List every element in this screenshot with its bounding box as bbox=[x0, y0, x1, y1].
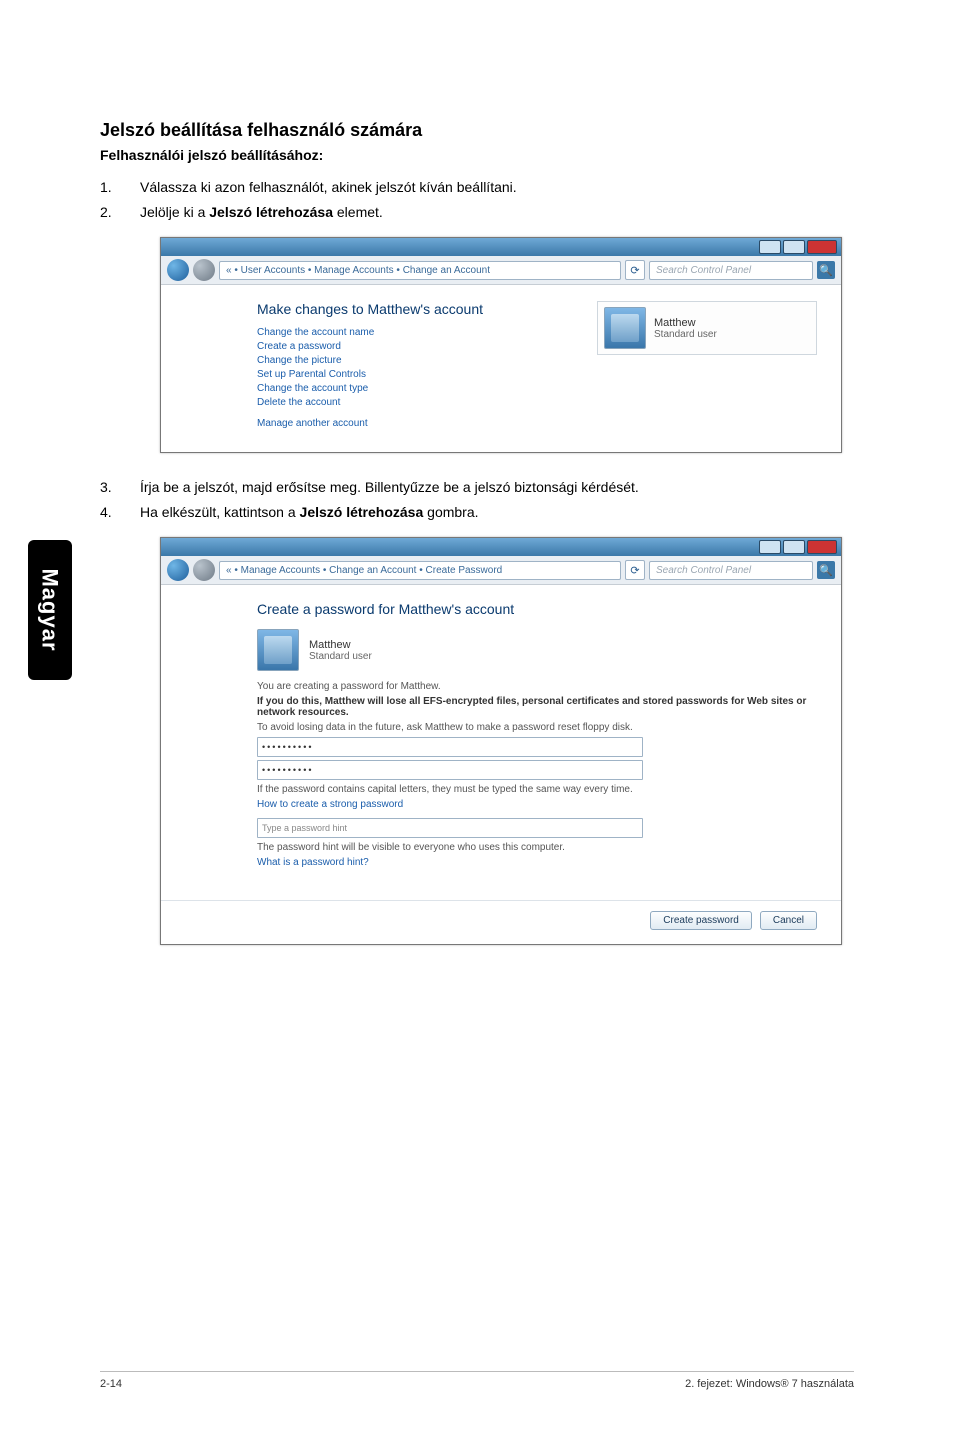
info-text: If the password contains capital letters… bbox=[257, 784, 817, 795]
refresh-button[interactable]: ⟳ bbox=[625, 560, 645, 580]
search-input[interactable]: Search Control Panel bbox=[649, 261, 813, 280]
step-item: 4. Ha elkészült, kattintson a Jelszó lét… bbox=[100, 502, 854, 523]
link-change-picture[interactable]: Change the picture bbox=[257, 355, 577, 366]
user-card: Matthew Standard user bbox=[257, 629, 817, 671]
step-number: 3. bbox=[100, 477, 140, 498]
page-heading: Jelszó beállítása felhasználó számára bbox=[100, 120, 854, 141]
dialog-buttons: Create password Cancel bbox=[161, 900, 841, 944]
info-text: The password hint will be visible to eve… bbox=[257, 842, 817, 853]
step-text: Válassza ki azon felhasználót, akinek je… bbox=[140, 177, 854, 198]
refresh-button[interactable]: ⟳ bbox=[625, 260, 645, 280]
breadcrumb[interactable]: « • Manage Accounts • Change an Account … bbox=[219, 561, 621, 580]
avatar bbox=[257, 629, 299, 671]
forward-button[interactable] bbox=[193, 559, 215, 581]
info-text: You are creating a password for Matthew. bbox=[257, 681, 817, 692]
info-text: To avoid losing data in the future, ask … bbox=[257, 722, 817, 733]
step-item: 1. Válassza ki azon felhasználót, akinek… bbox=[100, 177, 854, 198]
step-text-part: gombra. bbox=[423, 504, 478, 520]
user-type: Standard user bbox=[654, 329, 717, 340]
user-card: Matthew Standard user bbox=[597, 301, 817, 355]
minimize-button[interactable] bbox=[759, 540, 781, 554]
back-button[interactable] bbox=[167, 259, 189, 281]
account-actions-list: Change the account name Create a passwor… bbox=[257, 327, 577, 429]
step-text-bold: Jelszó létrehozása bbox=[209, 204, 333, 220]
language-tab-label: Magyar bbox=[37, 568, 63, 651]
link-password-hint[interactable]: What is a password hint? bbox=[257, 857, 817, 868]
panel-heading: Create a password for Matthew's account bbox=[257, 601, 817, 617]
user-type: Standard user bbox=[309, 651, 372, 662]
step-text-part: Jelölje ki a bbox=[140, 204, 209, 220]
user-name: Matthew bbox=[654, 317, 717, 329]
search-icon[interactable]: 🔍 bbox=[817, 261, 835, 279]
warning-text: If you do this, Matthew will lose all EF… bbox=[257, 696, 817, 718]
step-item: 3. Írja be a jelszót, majd erősítse meg.… bbox=[100, 477, 854, 498]
breadcrumb[interactable]: « • User Accounts • Manage Accounts • Ch… bbox=[219, 261, 621, 280]
search-icon[interactable]: 🔍 bbox=[817, 561, 835, 579]
back-button[interactable] bbox=[167, 559, 189, 581]
link-change-type[interactable]: Change the account type bbox=[257, 383, 577, 394]
link-parental-controls[interactable]: Set up Parental Controls bbox=[257, 369, 577, 380]
navigation-bar: « • User Accounts • Manage Accounts • Ch… bbox=[161, 256, 841, 285]
page-subheading: Felhasználói jelszó beállításához: bbox=[100, 147, 854, 163]
cancel-button[interactable]: Cancel bbox=[760, 911, 817, 930]
step-number: 4. bbox=[100, 502, 140, 523]
close-button[interactable] bbox=[807, 540, 837, 554]
step-text: Ha elkészült, kattintson a Jelszó létreh… bbox=[140, 502, 854, 523]
steps-list-a: 1. Válassza ki azon felhasználót, akinek… bbox=[100, 177, 854, 223]
step-item: 2. Jelölje ki a Jelszó létrehozása eleme… bbox=[100, 202, 854, 223]
link-delete-account[interactable]: Delete the account bbox=[257, 397, 577, 408]
page-footer: 2-14 2. fejezet: Windows® 7 használata bbox=[100, 1371, 854, 1390]
window-titlebar bbox=[161, 238, 841, 256]
forward-button[interactable] bbox=[193, 259, 215, 281]
maximize-button[interactable] bbox=[783, 240, 805, 254]
step-text-part: Ha elkészült, kattintson a bbox=[140, 504, 300, 520]
step-text: Jelölje ki a Jelszó létrehozása elemet. bbox=[140, 202, 854, 223]
step-number: 1. bbox=[100, 177, 140, 198]
minimize-button[interactable] bbox=[759, 240, 781, 254]
create-password-button[interactable]: Create password bbox=[650, 911, 752, 930]
window-titlebar bbox=[161, 538, 841, 556]
close-button[interactable] bbox=[807, 240, 837, 254]
navigation-bar: « • Manage Accounts • Change an Account … bbox=[161, 556, 841, 585]
screenshot-change-account: « • User Accounts • Manage Accounts • Ch… bbox=[160, 237, 842, 453]
footer-chapter: 2. fejezet: Windows® 7 használata bbox=[685, 1378, 854, 1390]
screenshot-create-password: « • Manage Accounts • Change an Account … bbox=[160, 537, 842, 945]
user-name: Matthew bbox=[309, 639, 372, 651]
password-field[interactable]: •••••••••• bbox=[257, 737, 643, 757]
link-strong-password[interactable]: How to create a strong password bbox=[257, 799, 817, 810]
step-number: 2. bbox=[100, 202, 140, 223]
password-confirm-field[interactable]: •••••••••• bbox=[257, 760, 643, 780]
language-tab: Magyar bbox=[28, 540, 72, 680]
step-text-bold: Jelszó létrehozása bbox=[300, 504, 424, 520]
step-text-part: elemet. bbox=[333, 204, 383, 220]
link-create-password[interactable]: Create a password bbox=[257, 341, 577, 352]
link-manage-another[interactable]: Manage another account bbox=[257, 418, 577, 429]
maximize-button[interactable] bbox=[783, 540, 805, 554]
footer-page-number: 2-14 bbox=[100, 1378, 122, 1390]
password-hint-field[interactable]: Type a password hint bbox=[257, 818, 643, 838]
link-change-name[interactable]: Change the account name bbox=[257, 327, 577, 338]
panel-heading: Make changes to Matthew's account bbox=[257, 301, 577, 317]
search-input[interactable]: Search Control Panel bbox=[649, 561, 813, 580]
avatar bbox=[604, 307, 646, 349]
step-text: Írja be a jelszót, majd erősítse meg. Bi… bbox=[140, 477, 854, 498]
steps-list-b: 3. Írja be a jelszót, majd erősítse meg.… bbox=[100, 477, 854, 523]
